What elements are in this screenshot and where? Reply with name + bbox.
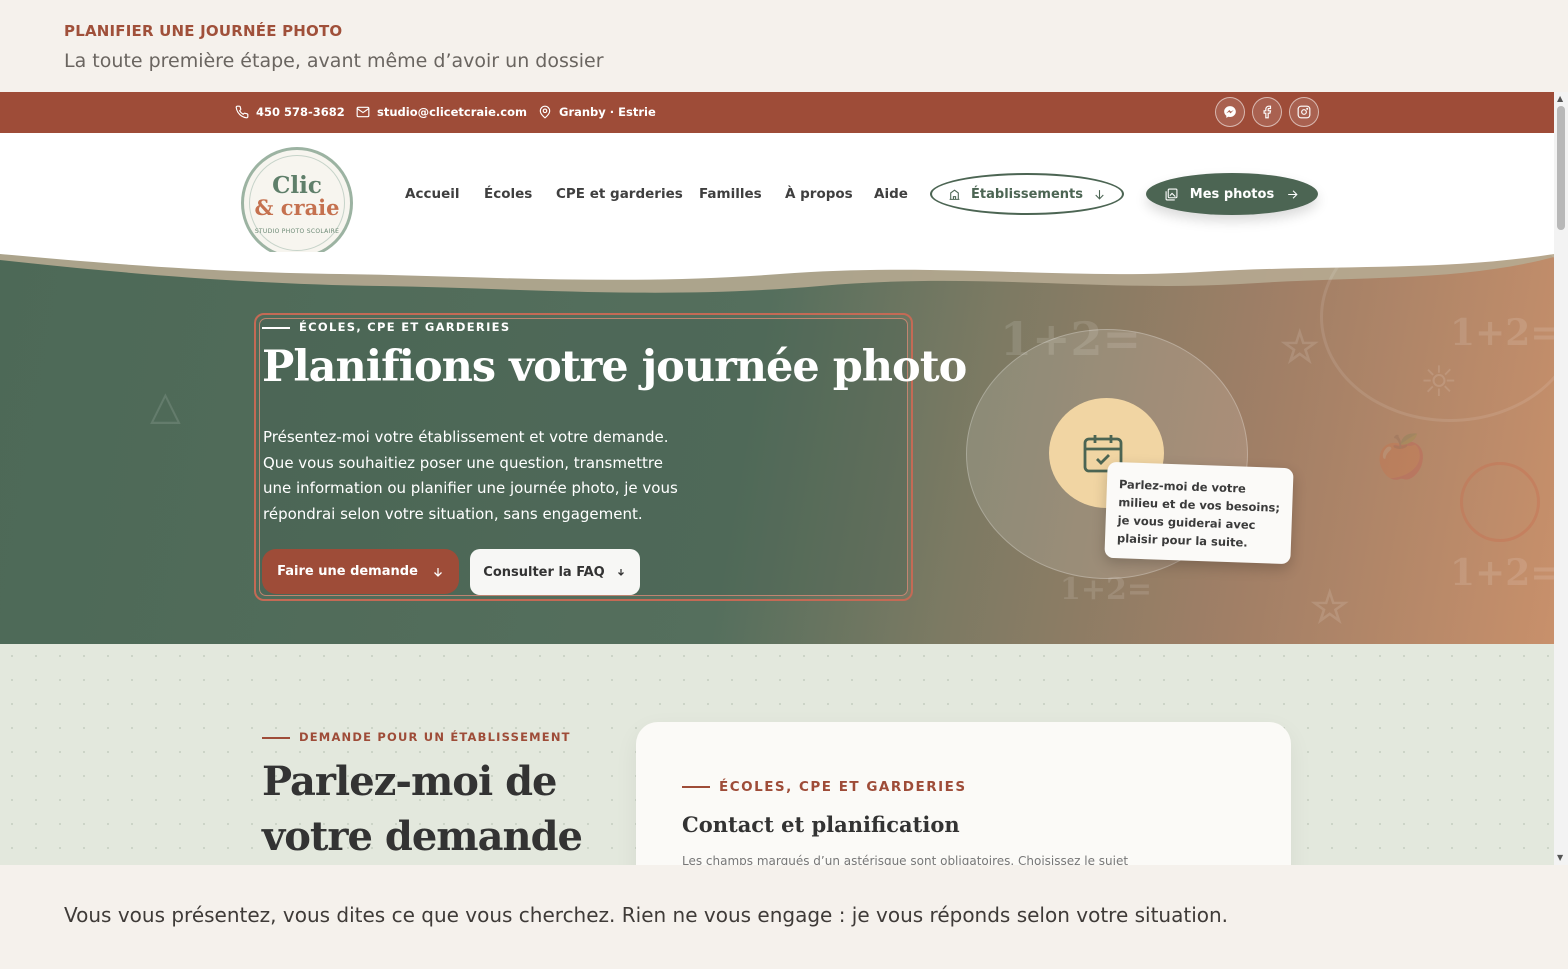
phone-icon <box>235 105 249 119</box>
location: Granby · Estrie <box>538 105 656 119</box>
caption-footer: Vous vous présentez, vous dites ce que v… <box>64 903 1229 927</box>
map-pin-icon <box>539 105 551 119</box>
instagram-icon <box>1297 105 1311 119</box>
hero-title: Planifions votre journée photo <box>262 342 967 392</box>
site-logo[interactable]: Clic & craie STUDIO PHOTO SCOLAIRE <box>241 147 353 259</box>
form-title: Contact et planification <box>682 812 960 837</box>
arrow-down-icon <box>1095 189 1104 200</box>
hero-note-card: Parlez-moi de votre milieu et de vos bes… <box>1104 461 1294 565</box>
caption-header: PLANIFIER UNE JOURNÉE PHOTO La toute pre… <box>64 22 604 72</box>
form-eyebrow: ÉCOLES, CPE ET GARDERIES <box>682 779 967 795</box>
email-text: studio@clicetcraie.com <box>377 105 527 119</box>
arrow-down-icon <box>617 569 624 576</box>
deco-doodle: ☆ <box>1310 582 1350 633</box>
location-text: Granby · Estrie <box>559 105 656 119</box>
contact-form-card: ÉCOLES, CPE ET GARDERIES Contact et plan… <box>636 722 1291 865</box>
logo-line2: & craie <box>254 195 340 220</box>
faire-demande-label: Faire une demande <box>277 564 418 579</box>
caption-subtitle: La toute première étape, avant même d’av… <box>64 50 604 72</box>
consulter-faq-button[interactable]: Consulter la FAQ <box>470 549 640 595</box>
mes-photos-label: Mes photos <box>1189 186 1275 202</box>
arrow-right-icon <box>1288 189 1298 199</box>
mes-photos-button[interactable]: Mes photos <box>1146 173 1318 215</box>
phone-link[interactable]: 450 578-3682 <box>235 105 345 119</box>
nav-link-a-propos[interactable]: À propos <box>785 186 853 202</box>
building-icon <box>949 189 960 200</box>
etablissements-button[interactable]: Établissements <box>930 173 1124 215</box>
hero-eyebrow: ÉCOLES, CPE ET GARDERIES <box>262 320 510 334</box>
instagram-link[interactable] <box>1289 97 1319 127</box>
gallery-icon <box>1165 188 1178 200</box>
faire-demande-button[interactable]: Faire une demande <box>262 549 459 594</box>
mail-icon <box>356 106 370 118</box>
deco-doodle: 🍎 <box>1375 432 1428 481</box>
scroll-up-arrow[interactable]: ▲ <box>1557 94 1563 104</box>
deco-doodle: ☆ <box>1280 322 1320 373</box>
section-eyebrow: DEMANDE POUR UN ÉTABLISSEMENT <box>262 730 571 744</box>
arrow-down-icon <box>433 567 442 577</box>
email-link[interactable]: studio@clicetcraie.com <box>356 105 527 119</box>
facebook-icon <box>1263 105 1272 119</box>
consulter-faq-label: Consulter la FAQ <box>483 564 605 580</box>
logo-tagline: STUDIO PHOTO SCOLAIRE <box>254 228 340 235</box>
nav-link-cpe[interactable]: CPE et garderies <box>556 186 683 202</box>
nav-link-ecoles[interactable]: Écoles <box>484 186 532 202</box>
deco-doodle: 1+2= <box>1450 552 1554 594</box>
scroll-thumb[interactable] <box>1557 106 1565 230</box>
nav-link-accueil[interactable]: Accueil <box>405 186 459 202</box>
etablissements-label: Établissements <box>971 186 1083 202</box>
facebook-link[interactable] <box>1252 97 1282 127</box>
caption-eyebrow: PLANIFIER UNE JOURNÉE PHOTO <box>64 22 343 40</box>
nav-link-familles[interactable]: Familles <box>699 186 762 202</box>
section-title: Parlez-moi de votre demande <box>262 758 583 860</box>
nav-link-aide[interactable]: Aide <box>874 186 908 202</box>
hero-section: 1+2= 1+2= 1+2= 1+2= 🍎 ☆ ☼ ☆ △ ÉCOLES, CP… <box>0 252 1554 644</box>
contact-topbar: 450 578-3682 studio@clicetcraie.com Gran… <box>0 92 1554 133</box>
vertical-scrollbar[interactable]: ▲ ▼ <box>1554 92 1568 865</box>
messenger-link[interactable] <box>1215 97 1245 127</box>
scroll-down-arrow[interactable]: ▼ <box>1557 853 1563 863</box>
messenger-icon <box>1224 106 1236 118</box>
browser-viewport: 450 578-3682 studio@clicetcraie.com Gran… <box>0 92 1568 865</box>
hero-description: Présentez-moi votre établissement et vot… <box>263 428 678 523</box>
demande-section: DEMANDE POUR UN ÉTABLISSEMENT Parlez-moi… <box>0 644 1554 865</box>
form-hint: Les champs marqués d’un astérisque sont … <box>682 854 1129 865</box>
phone-text: 450 578-3682 <box>256 105 345 119</box>
deco-doodle: △ <box>150 382 181 429</box>
